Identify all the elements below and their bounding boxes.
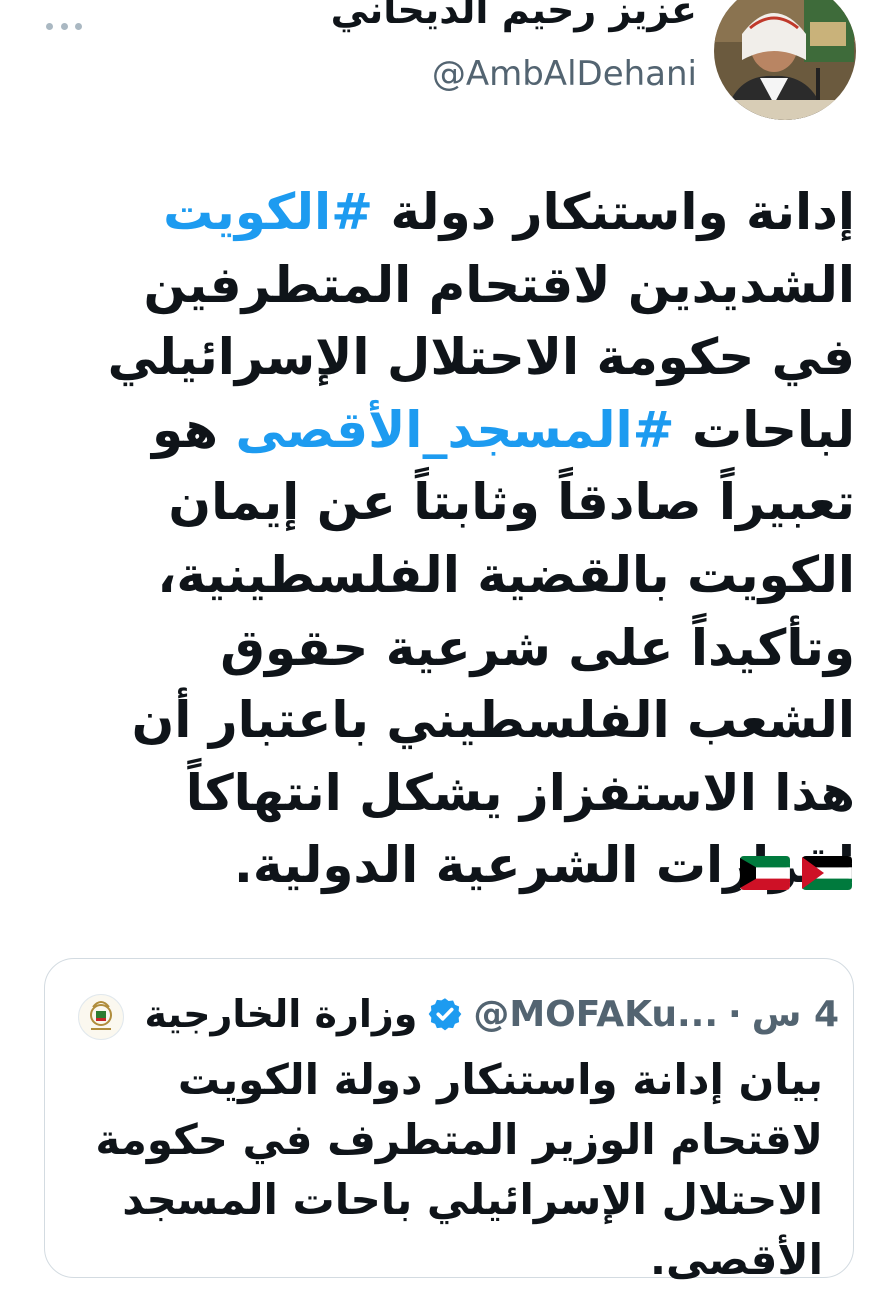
hashtag-kuwait-link[interactable]: #الكويت	[163, 183, 373, 241]
kuwait-flag-icon	[740, 856, 790, 890]
tweet-text: إدانة واستنكار دولة #الكويت الشديدين لاق…	[85, 176, 855, 902]
author-avatar[interactable]	[714, 0, 856, 120]
quoted-tweet-text: بيان إدانة واستنكار دولة الكويت لاقتحام …	[95, 1055, 823, 1284]
verified-badge-icon	[429, 998, 462, 1031]
tweet-text-start: إدانة واستنكار دولة	[373, 183, 855, 241]
quoted-tweet-header: 4 س · @MOFAKu... وزارة الخارجية	[145, 992, 839, 1036]
tweet-text-end: هو تعبيراً صادقاً وثابتاً عن إيمان الكوي…	[131, 400, 855, 895]
quoted-tweet-time[interactable]: 4 س	[752, 994, 839, 1035]
palestine-flag-icon	[802, 856, 852, 890]
quoted-author-name[interactable]: وزارة الخارجية	[145, 992, 418, 1036]
author-name[interactable]: عزيز رحيم الديحاني	[331, 0, 697, 34]
quoted-author-avatar[interactable]	[78, 994, 124, 1040]
more-options-icon[interactable]	[46, 20, 82, 32]
quoted-author-handle[interactable]: @MOFAKu...	[473, 994, 718, 1035]
flag-emojis	[740, 856, 852, 892]
hashtag-aqsa-link[interactable]: #المسجد_الأقصى	[235, 401, 674, 459]
author-handle[interactable]: @AmbAlDehani	[432, 52, 697, 96]
ministry-emblem-icon	[81, 997, 121, 1037]
quoted-tweet-separator: ·	[728, 993, 742, 1035]
user-photo-icon	[714, 0, 856, 120]
